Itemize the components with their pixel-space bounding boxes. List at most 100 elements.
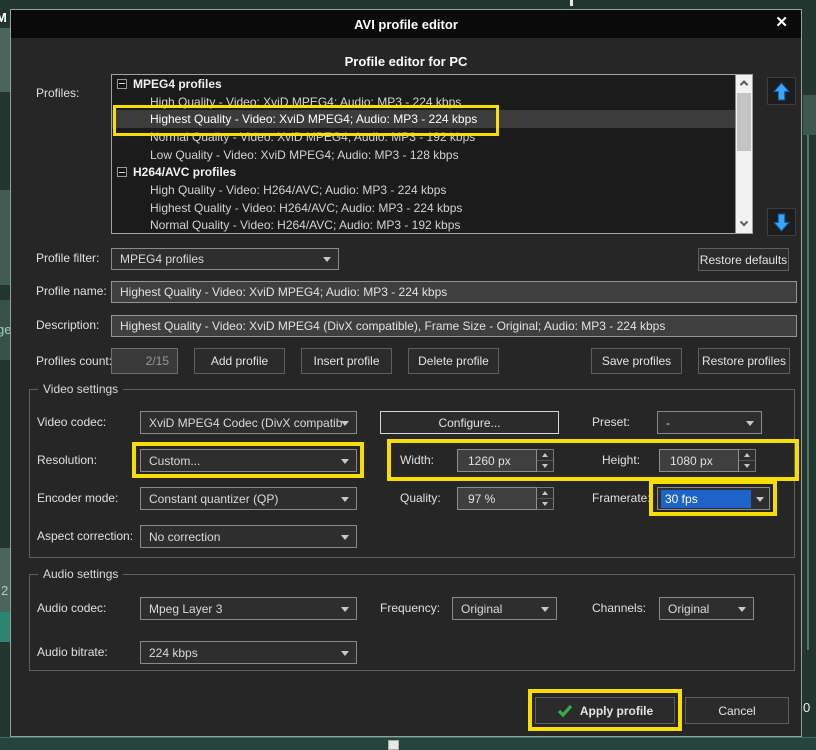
profile-group-label: MPEG4 profiles bbox=[133, 77, 222, 91]
configure-button[interactable]: Configure... bbox=[380, 411, 559, 434]
profile-row[interactable]: High Quality - Video: H264/AVC; Audio: M… bbox=[112, 181, 735, 199]
spinner-down-icon[interactable] bbox=[537, 498, 553, 509]
add-profile-button[interactable]: Add profile bbox=[194, 348, 285, 374]
aspect-correction-value: No correction bbox=[149, 530, 220, 544]
insert-profile-button[interactable]: Insert profile bbox=[301, 348, 392, 374]
scrollbar-down-icon[interactable] bbox=[736, 217, 752, 233]
description-input[interactable]: Highest Quality - Video: XviD MPEG4 (Div… bbox=[111, 315, 797, 337]
framerate-dropdown[interactable]: 30 fps bbox=[657, 487, 770, 510]
profiles-count-value: 2/15 bbox=[111, 348, 178, 374]
chevron-down-icon bbox=[756, 497, 764, 502]
audio-bitrate-label: Audio bitrate: bbox=[37, 645, 108, 659]
encoder-mode-value: Constant quantizer (QP) bbox=[149, 492, 278, 506]
restore-profiles-button[interactable]: Restore profiles bbox=[698, 348, 790, 374]
frequency-dropdown[interactable]: Original bbox=[452, 597, 557, 620]
channels-label: Channels: bbox=[592, 601, 646, 615]
move-up-button[interactable] bbox=[767, 77, 796, 105]
audio-settings-group: Audio settings Audio codec: Mpeg Layer 3… bbox=[29, 574, 795, 671]
background-tick bbox=[570, 0, 573, 6]
quality-stepper[interactable]: 97 % bbox=[457, 487, 554, 510]
page-title: Profile editor for PC bbox=[11, 54, 801, 69]
spinner-up-icon[interactable] bbox=[739, 450, 755, 460]
spinner-up-icon[interactable] bbox=[537, 488, 553, 498]
description-label: Description: bbox=[36, 318, 99, 332]
profiles-count-label: Profiles count: bbox=[36, 354, 112, 368]
delete-profile-button[interactable]: Delete profile bbox=[408, 348, 499, 374]
chevron-down-icon bbox=[746, 421, 754, 426]
width-value[interactable]: 1260 px bbox=[457, 449, 537, 472]
video-settings-group: Video settings Video codec: XviD MPEG4 C… bbox=[29, 389, 795, 558]
profile-row[interactable]: Highest Quality - Video: H264/AVC; Audio… bbox=[112, 199, 735, 217]
profile-group-label: H264/AVC profiles bbox=[133, 165, 236, 179]
chevron-down-icon bbox=[341, 607, 349, 612]
width-label: Width: bbox=[400, 453, 434, 467]
height-value[interactable]: 1080 px bbox=[659, 449, 739, 472]
preset-dropdown[interactable]: - bbox=[657, 411, 762, 434]
audio-codec-label: Audio codec: bbox=[37, 601, 106, 615]
channels-dropdown[interactable]: Original bbox=[659, 597, 754, 620]
arrow-up-icon bbox=[773, 82, 790, 101]
profile-name-input[interactable]: Highest Quality - Video: XviD MPEG4; Aud… bbox=[111, 281, 797, 303]
spinner-down-icon[interactable] bbox=[739, 460, 755, 471]
profile-row-label: High Quality - Video: XviD MPEG4; Audio:… bbox=[150, 95, 461, 109]
profile-row-label: Highest Quality - Video: XviD MPEG4; Aud… bbox=[150, 112, 477, 126]
audio-settings-legend: Audio settings bbox=[38, 567, 123, 581]
chevron-down-icon bbox=[341, 421, 349, 426]
title-bar: AVI profile editor ✕ bbox=[11, 10, 801, 38]
cancel-button[interactable]: Cancel bbox=[685, 697, 789, 724]
chevron-down-icon bbox=[341, 459, 349, 464]
spinner-down-icon[interactable] bbox=[537, 460, 553, 471]
video-settings-legend: Video settings bbox=[38, 382, 123, 396]
apply-profile-button[interactable]: Apply profile bbox=[535, 697, 675, 724]
frequency-label: Frequency: bbox=[380, 601, 440, 615]
framerate-value-selected: 30 fps bbox=[661, 490, 751, 508]
background-text-fragment: 0 bbox=[803, 700, 810, 715]
channels-value: Original bbox=[668, 602, 709, 616]
profile-row-selected[interactable]: Highest Quality - Video: XviD MPEG4; Aud… bbox=[112, 110, 735, 128]
window-title: AVI profile editor bbox=[354, 17, 458, 32]
scrollbar[interactable] bbox=[735, 75, 752, 233]
spinner-up-icon[interactable] bbox=[537, 450, 553, 460]
profile-row-label: Low Quality - Video: XviD MPEG4; Audio: … bbox=[150, 148, 459, 162]
restore-defaults-button[interactable]: Restore defaults bbox=[698, 248, 789, 271]
profile-name-label: Profile name: bbox=[36, 284, 107, 298]
profile-filter-dropdown[interactable]: MPEG4 profiles bbox=[111, 248, 339, 270]
close-icon[interactable]: ✕ bbox=[775, 15, 788, 30]
save-profiles-button[interactable]: Save profiles bbox=[591, 348, 682, 374]
apply-profile-label: Apply profile bbox=[580, 704, 653, 718]
background-text-fragment: 2 bbox=[1, 583, 8, 598]
audio-bitrate-dropdown[interactable]: 224 kbps bbox=[140, 641, 357, 664]
profile-group-row[interactable]: H264/AVC profiles bbox=[112, 163, 735, 181]
profile-row[interactable]: Low Quality - Video: XviD MPEG4; Audio: … bbox=[112, 146, 735, 164]
collapse-icon[interactable] bbox=[117, 167, 127, 177]
video-codec-dropdown[interactable]: XviD MPEG4 Codec (DivX compatib bbox=[140, 411, 357, 434]
audio-codec-dropdown[interactable]: Mpeg Layer 3 bbox=[140, 597, 357, 620]
audio-bitrate-value: 224 kbps bbox=[149, 646, 198, 660]
profile-row[interactable]: Normal Quality - Video: H264/AVC; Audio:… bbox=[112, 217, 735, 235]
width-stepper[interactable]: 1260 px bbox=[457, 449, 554, 472]
aspect-correction-dropdown[interactable]: No correction bbox=[140, 525, 357, 548]
profile-filter-label: Profile filter: bbox=[36, 251, 99, 265]
profile-row[interactable]: High Quality - Video: XviD MPEG4; Audio:… bbox=[112, 93, 735, 111]
screen: M ge 2 0 AVI profile editor ✕ Profile ed… bbox=[0, 0, 816, 750]
height-stepper[interactable]: 1080 px bbox=[659, 449, 756, 472]
profiles-label: Profiles: bbox=[36, 86, 79, 100]
preset-value: - bbox=[666, 416, 670, 430]
move-down-button[interactable] bbox=[767, 208, 796, 236]
resolution-dropdown[interactable]: Custom... bbox=[140, 449, 357, 472]
profiles-list: MPEG4 profiles High Quality - Video: Xvi… bbox=[111, 74, 753, 234]
background-block bbox=[803, 95, 816, 135]
collapse-icon[interactable] bbox=[117, 79, 127, 89]
scrollbar-up-icon[interactable] bbox=[736, 75, 752, 91]
background-text-fragment: M bbox=[0, 10, 7, 25]
document-icon bbox=[388, 740, 399, 750]
encoder-mode-label: Encoder mode: bbox=[37, 491, 118, 505]
encoder-mode-dropdown[interactable]: Constant quantizer (QP) bbox=[140, 487, 357, 510]
resolution-label: Resolution: bbox=[37, 453, 97, 467]
chevron-down-icon bbox=[341, 535, 349, 540]
profile-group-row[interactable]: MPEG4 profiles bbox=[112, 75, 735, 93]
profile-row[interactable]: Normal Quality - Video: XviD MPEG4; Audi… bbox=[112, 128, 735, 146]
quality-value[interactable]: 97 % bbox=[457, 487, 537, 510]
profile-row-label: Normal Quality - Video: XviD MPEG4; Audi… bbox=[150, 130, 475, 144]
scrollbar-thumb[interactable] bbox=[737, 93, 751, 151]
